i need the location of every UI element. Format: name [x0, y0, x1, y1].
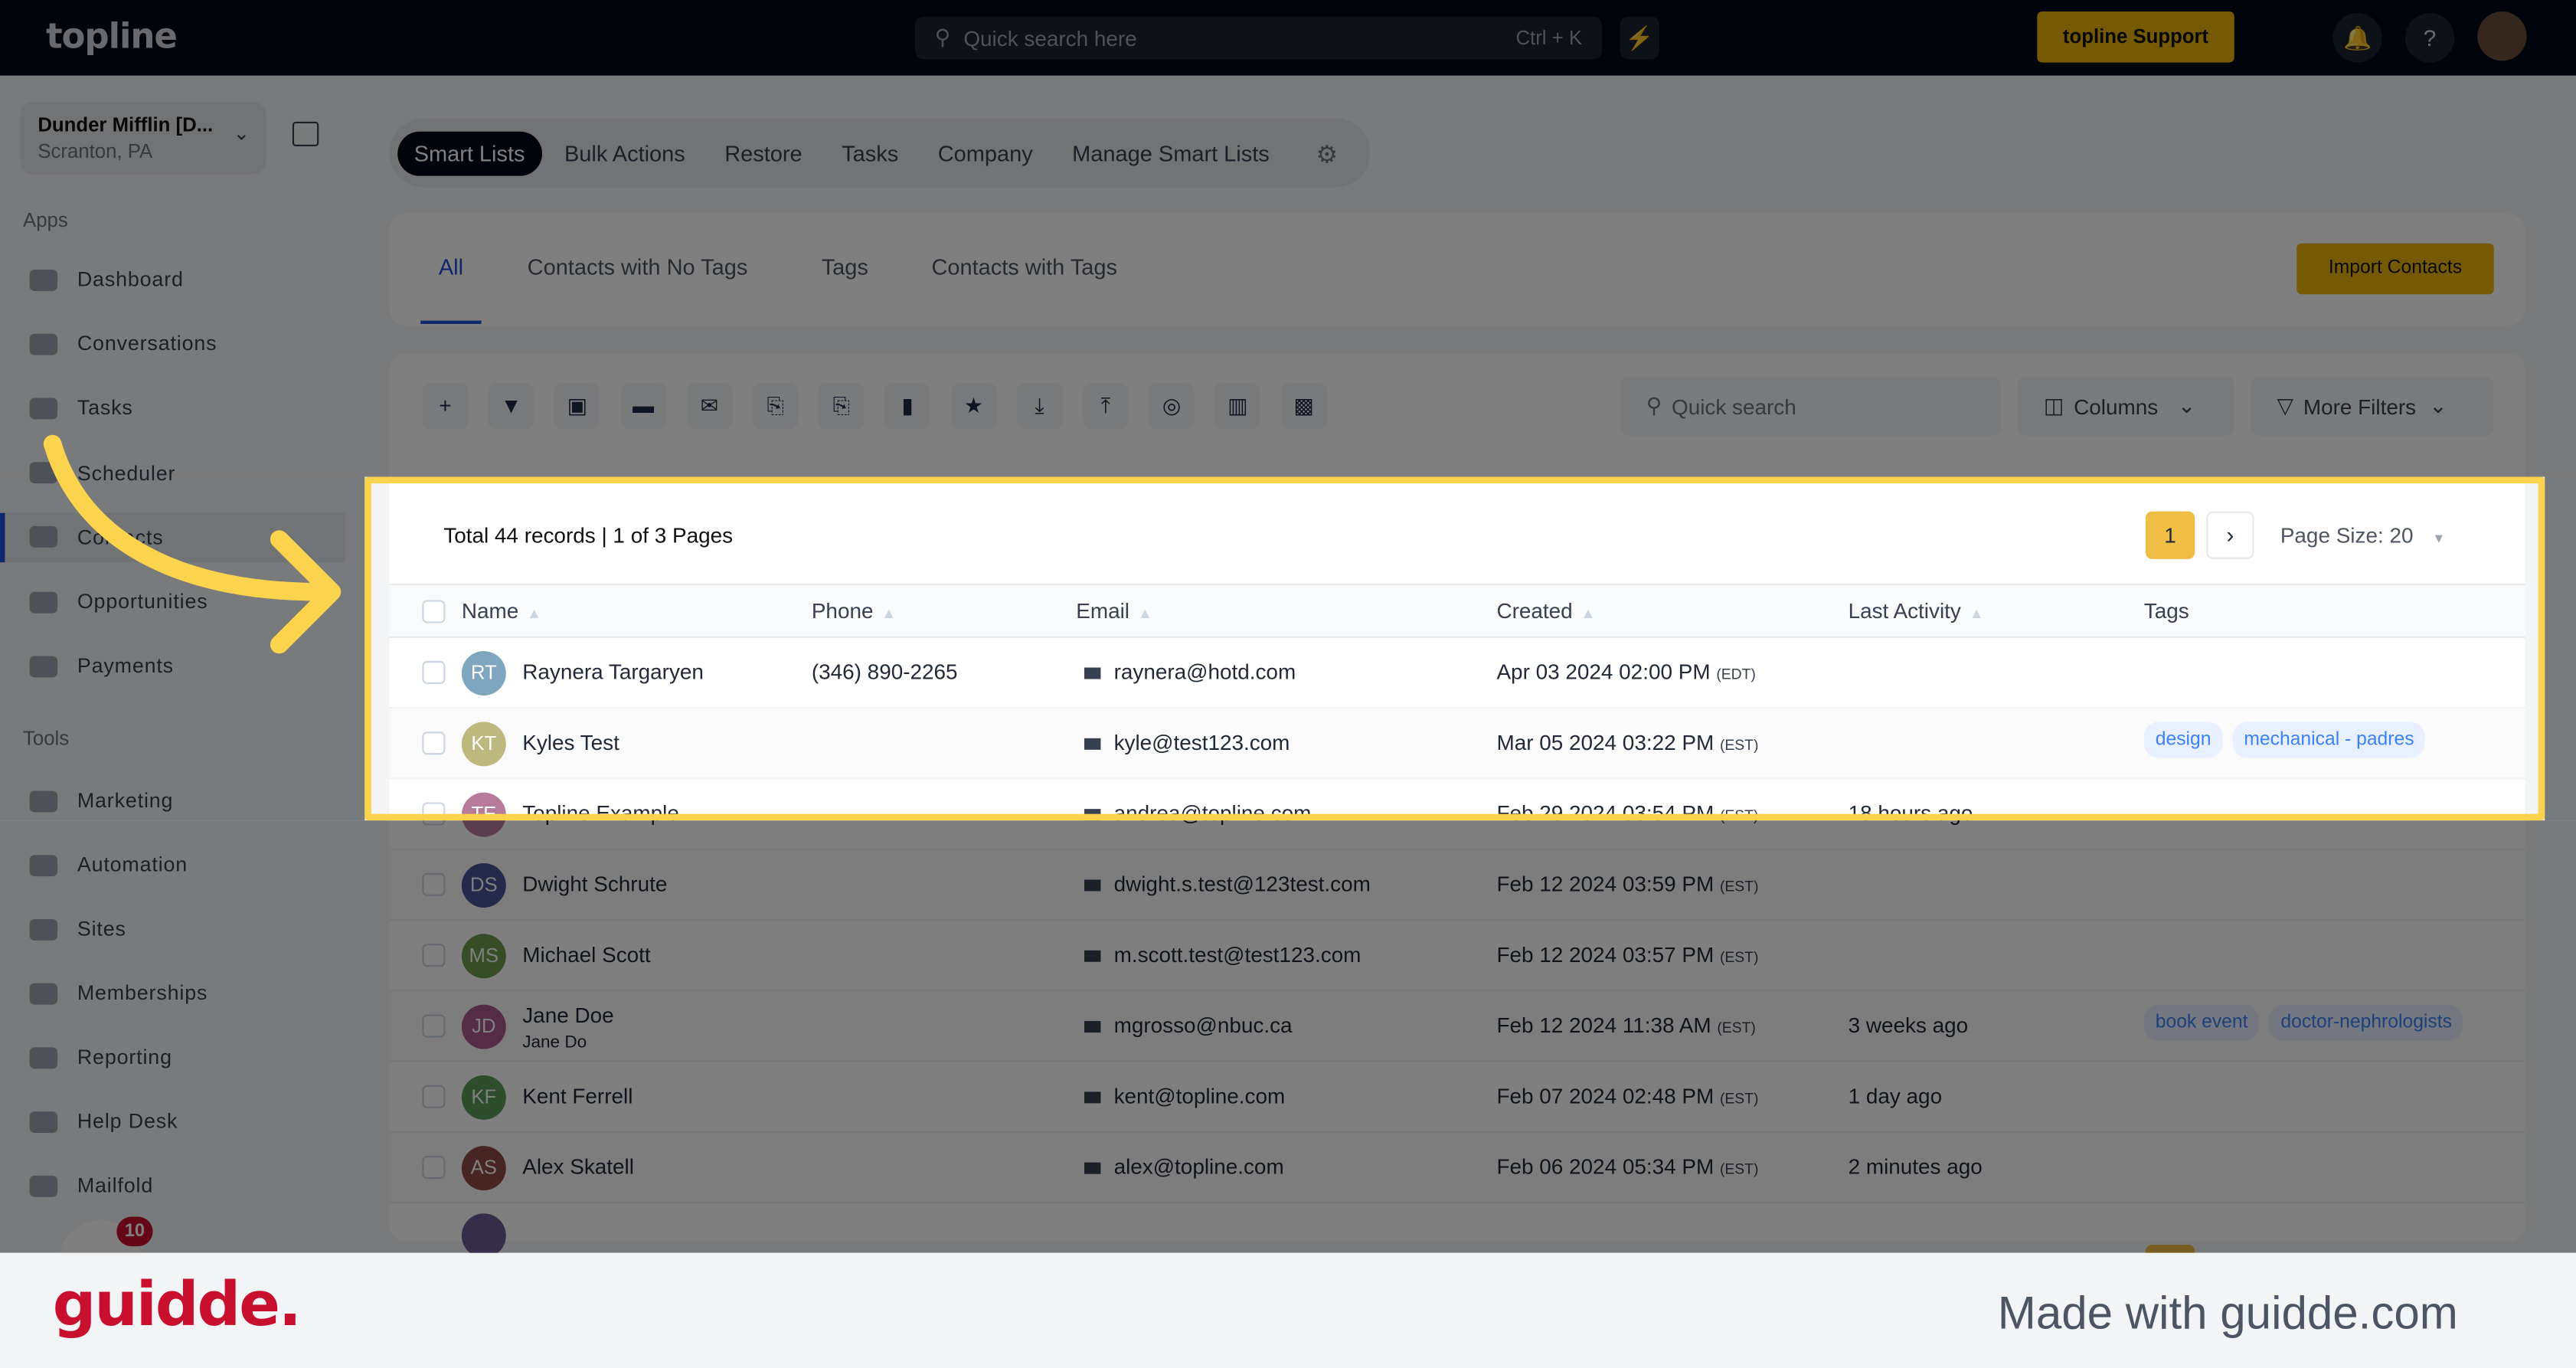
app: topline ⚲Quick search hereCtrl + K ⚡ top… — [0, 0, 2576, 1368]
highlight-frame — [364, 476, 2545, 821]
dim-overlay-top — [0, 0, 2576, 477]
footer-tagline: Made with guidde.com — [1997, 1287, 2458, 1339]
dim-overlay-bottom — [0, 820, 2576, 1253]
arrow-annotation — [43, 434, 342, 654]
dim-overlay-right — [2545, 476, 2576, 821]
guidde-logo: guidde. — [52, 1269, 302, 1340]
